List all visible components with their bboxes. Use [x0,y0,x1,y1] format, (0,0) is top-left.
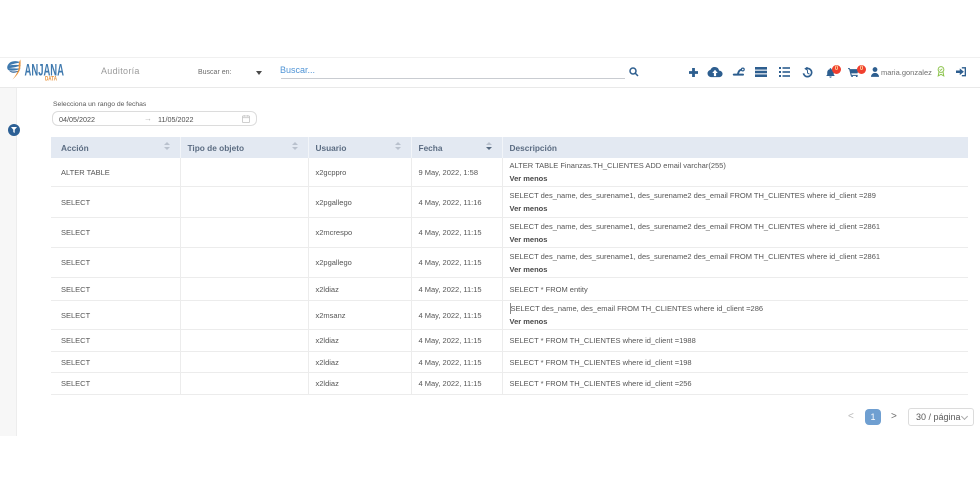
svg-text:DATA: DATA [45,76,57,83]
